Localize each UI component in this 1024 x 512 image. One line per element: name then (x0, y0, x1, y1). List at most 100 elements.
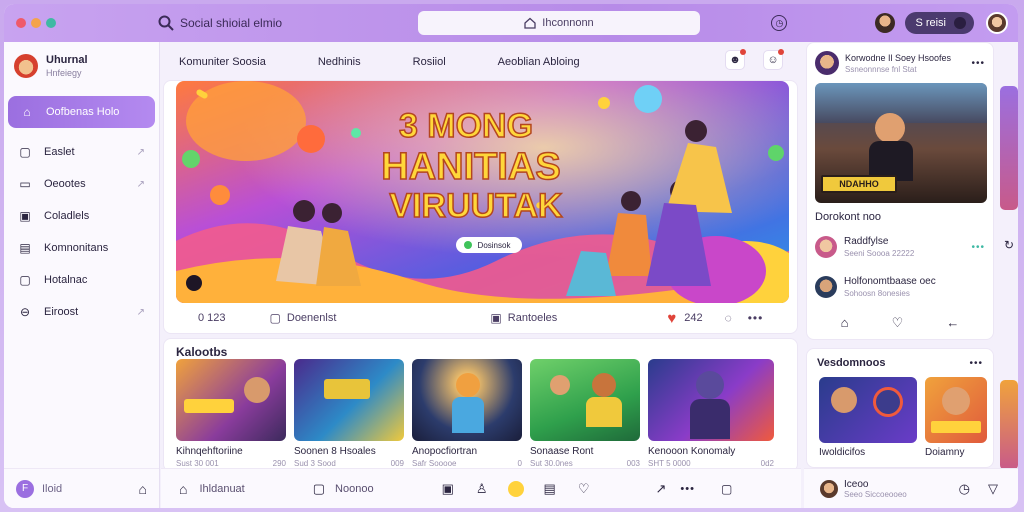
sidebar-item-eiroost[interactable]: ⊖ Eiroost ↗ (6, 296, 157, 328)
back-arrow-icon[interactable]: ← (946, 315, 959, 331)
bell-icon: ▢ (19, 273, 31, 287)
hero-post-card: 3 MONG HANITIAS VIRUUTAK Dosinsok 0 123 … (163, 80, 798, 334)
featured-post-card: Korwodne Il Soey Hsoofes Ssneonnnse fnl … (806, 42, 994, 340)
collection-item[interactable]: Kihnqehftoriine Sust 30 001 290 (176, 359, 286, 468)
recommendation-item[interactable]: Iwoldicifos (819, 377, 917, 458)
user-icon[interactable]: ♙ (476, 481, 488, 497)
clock-icon[interactable]: ◷ (959, 481, 970, 497)
avatar[interactable] (875, 13, 896, 33)
sidebar-footer: F Iloid ⌂ (4, 468, 159, 508)
maximize-window-button[interactable] (46, 18, 56, 28)
search-icon[interactable] (158, 15, 174, 31)
sidebar-item-komnonitans[interactable]: ▤ Komnonitans (6, 232, 157, 264)
share-icon[interactable]: ↗ (655, 481, 666, 497)
profile-pill[interactable]: S reisi (905, 12, 974, 34)
minus-circle-icon: ⊖ (19, 305, 31, 319)
more-options-icon[interactable]: ••• (748, 311, 764, 325)
close-window-button[interactable] (16, 18, 26, 28)
recommendation-item[interactable]: Doiamny (925, 377, 987, 458)
home-icon[interactable]: ⌂ (179, 481, 187, 497)
bottom-label-1[interactable]: Ihldanuat (199, 483, 244, 495)
emoji-icon[interactable] (507, 480, 524, 497)
hero-banner-image[interactable]: 3 MONG HANITIAS VIRUUTAK Dosinsok (176, 81, 789, 303)
recommendation-image (925, 377, 987, 443)
bottom-label-2[interactable]: Noonoo (335, 483, 374, 495)
footer-user-name: Iceoo (844, 478, 869, 490)
tab-community[interactable]: Komuniter Soosia (179, 56, 266, 68)
comment-meta: Seeni Soooa 22222 (844, 249, 915, 258)
save-icon[interactable]: ▣ (490, 311, 501, 325)
side-preview-strip[interactable] (1000, 86, 1018, 210)
thumbnail-caption: Soonen 8 Hsoales (294, 446, 376, 457)
comment-icon[interactable]: ▢ (270, 311, 281, 325)
thumbnail-meta-right: 0d2 (760, 459, 774, 468)
sidebar-item-hotalnac[interactable]: ▢ Hotalnac (6, 264, 157, 296)
collection-item[interactable]: Soonen 8 Hsoales Sud 3 Sood 009 (294, 359, 404, 468)
home-icon[interactable]: ⌂ (139, 481, 147, 497)
sidebar-item-coladlels[interactable]: ▣ Coladlels (6, 200, 157, 232)
heart-icon[interactable]: ♥ (667, 310, 676, 327)
expand-icon[interactable]: ▢ (721, 482, 732, 496)
avatar[interactable] (820, 479, 838, 498)
comment-item[interactable]: Holfonomtbaase oec Sohoosn 8onesies (807, 267, 993, 307)
hero-illustration: 3 MONG HANITIAS VIRUUTAK Dosinsok (176, 81, 789, 303)
more-options-icon[interactable]: ••• (971, 242, 985, 253)
post-image[interactable]: NDAHHO (815, 83, 987, 203)
tab-rosiiol[interactable]: Rosiiol (413, 56, 446, 68)
more-options-icon[interactable]: ••• (969, 358, 983, 369)
square-icon[interactable]: ▢ (313, 481, 325, 497)
search-input[interactable]: Ihconnonn (418, 11, 700, 35)
sidebar-item-home[interactable]: ⌂ Oofbenas Holo (8, 96, 155, 128)
collection-item[interactable]: Kenooon Konomaly SHT 5 0000 0d2 (648, 359, 774, 468)
avatar (815, 236, 837, 258)
reload-icon[interactable]: ↻ (1004, 238, 1014, 252)
thumbnail-meta-right: 009 (390, 459, 404, 468)
more-options-icon[interactable]: ••• (680, 483, 695, 495)
thumbnail-caption: Sonaase Ront (530, 446, 594, 457)
recommendation-image (819, 377, 917, 443)
comment-item[interactable]: Raddfylse Seeni Soooa 22222 ••• (807, 227, 993, 267)
thumbnail-caption: Anopocfiortran (412, 446, 478, 457)
sidebar-item-easlet[interactable]: ▢ Easlet ↗ (6, 136, 157, 168)
avatar[interactable] (815, 51, 839, 75)
thumbnail-caption: Kihnqehftoriine (176, 446, 243, 457)
chevron-right-icon: ↗ (136, 146, 145, 158)
hero-headline-line-2: HANITIAS (381, 146, 560, 188)
save-label[interactable]: Rantoeles (508, 312, 558, 324)
notification-icon[interactable]: ☻ (725, 49, 746, 70)
thumbnail-meta: Safr Sooooe 0 (412, 459, 522, 468)
sidebar: Uhurnal Hnfeiegy ⌂ Oofbenas Holo ▢ Easle… (4, 42, 160, 508)
side-preview-strip[interactable] (1000, 380, 1018, 470)
comment-author: Raddfylse (844, 236, 889, 247)
share-icon[interactable]: ◌ (725, 311, 732, 325)
clock-icon[interactable]: ◷ (771, 15, 788, 31)
message-icon[interactable]: ▣ (442, 481, 454, 497)
hero-headline-line-3: VIRUUTAK (389, 187, 563, 225)
more-options-icon[interactable]: ••• (971, 58, 985, 69)
thumbnail-image (412, 359, 522, 441)
title-bar-actions: ◷ S reisi (771, 4, 1018, 42)
collection-item[interactable]: Sonaase Ront Sut 30.0nes 003 (530, 359, 640, 468)
thumbnail-meta: Sud 3 Sood 009 (294, 459, 404, 468)
home-icon[interactable]: ⌂ (841, 315, 849, 331)
profile-icon[interactable]: ☺ (763, 49, 784, 70)
app-logo-icon[interactable]: F (16, 479, 34, 498)
heart-outline-icon[interactable]: ♡ (892, 315, 904, 331)
window-controls (16, 18, 56, 28)
filter-icon[interactable]: ▽ (988, 481, 998, 497)
user-avatar[interactable] (986, 12, 1008, 34)
tab-nedhinis[interactable]: Nedhinis (318, 56, 361, 68)
sidebar-item-label: Coladlels (44, 210, 90, 222)
tab-aeoblian[interactable]: Aeoblian Abloing (498, 56, 580, 68)
post-image-label: NDAHHO (839, 179, 879, 189)
sidebar-user[interactable]: Uhurnal Hnfeiegy (4, 42, 159, 90)
collection-item[interactable]: Anopocfiortran Safr Sooooe 0 (412, 359, 522, 468)
sidebar-item-oeootes[interactable]: ▭ Oeootes ↗ (6, 168, 157, 200)
user-name: Uhurnal (46, 54, 88, 66)
minimize-window-button[interactable] (31, 18, 41, 28)
comment-author: Holfonomtbaase oec (844, 276, 936, 287)
chat-icon[interactable]: ▤ (544, 481, 556, 497)
comment-label[interactable]: Doenenlst (287, 312, 337, 324)
thumbnail-caption: Kenooon Konomaly (648, 446, 736, 457)
heart-outline-icon[interactable]: ♡ (578, 481, 590, 497)
